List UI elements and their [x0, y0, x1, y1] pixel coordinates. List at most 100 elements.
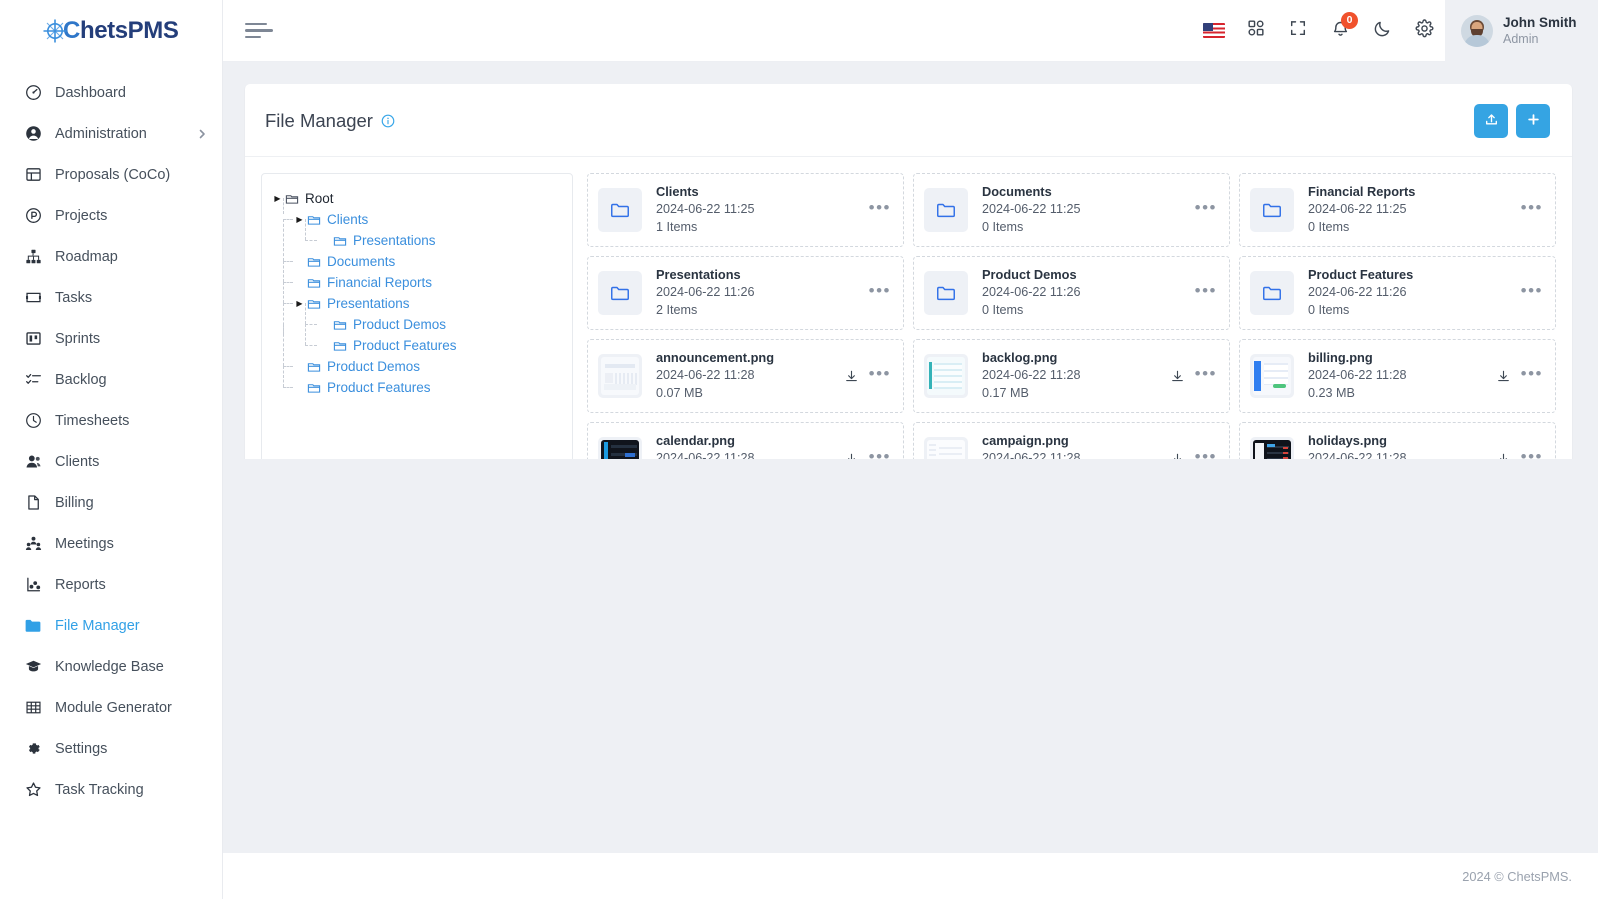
download-icon[interactable]: [1170, 452, 1185, 459]
more-options-icon[interactable]: •••: [869, 199, 891, 222]
sidebar-item-label: Tasks: [55, 289, 93, 306]
brand-logo[interactable]: ChetsPMS: [0, 0, 222, 62]
download-icon[interactable]: [1170, 369, 1185, 384]
sidebar-item-timesheets[interactable]: Timesheets: [0, 400, 222, 441]
file-actions: •••: [1195, 282, 1217, 305]
file-card[interactable]: Product Features 2024-06-22 11:26 0 Item…: [1239, 256, 1556, 330]
more-options-icon[interactable]: •••: [869, 282, 891, 305]
fullscreen-button[interactable]: [1277, 0, 1319, 62]
download-icon[interactable]: [844, 452, 859, 459]
more-options-icon[interactable]: •••: [869, 448, 891, 459]
sidebar-item-tasks[interactable]: Tasks: [0, 277, 222, 318]
sidebar-item-administration[interactable]: Administration: [0, 113, 222, 154]
moon-icon: [1373, 19, 1392, 43]
folder-icon: [22, 616, 44, 636]
sidebar-item-meetings[interactable]: Meetings: [0, 523, 222, 564]
file-date: 2024-06-22 11:28: [982, 451, 1081, 459]
more-options-icon[interactable]: •••: [1521, 282, 1543, 305]
download-icon[interactable]: [1496, 369, 1511, 384]
more-options-icon[interactable]: •••: [1195, 199, 1217, 222]
sprints-icon: [22, 329, 44, 349]
footer: 2024 © ChetsPMS.: [223, 853, 1598, 899]
file-name: calendar.png: [656, 433, 735, 449]
menu-toggle-icon[interactable]: [245, 22, 273, 39]
sidebar-item-knowledge-base[interactable]: Knowledge Base: [0, 646, 222, 687]
caret-right-icon[interactable]: ▶: [294, 299, 305, 308]
sidebar-item-proposals[interactable]: Proposals (CoCo): [0, 154, 222, 195]
file-card[interactable]: Clients 2024-06-22 11:25 1 Items •••: [587, 173, 904, 247]
add-button[interactable]: [1516, 104, 1550, 138]
more-options-icon[interactable]: •••: [1195, 282, 1217, 305]
sidebar-item-reports[interactable]: Reports: [0, 564, 222, 605]
sidebar-item-task-tracking[interactable]: Task Tracking: [0, 769, 222, 810]
file-name: announcement.png: [656, 350, 775, 366]
sidebar-item-sprints[interactable]: Sprints: [0, 318, 222, 359]
tree-node-financial-reports[interactable]: ▶ Financial Reports: [272, 261, 562, 293]
language-selector[interactable]: [1193, 0, 1235, 62]
info-icon[interactable]: [381, 114, 395, 128]
tree-node-product-features-sub[interactable]: ▶ Product Features: [272, 324, 562, 356]
gear-icon: [22, 739, 44, 759]
file-info: announcement.png 2024-06-22 11:28 0.07 M…: [656, 349, 838, 403]
sidebar-item-dashboard[interactable]: Dashboard: [0, 72, 222, 113]
sidebar-item-backlog[interactable]: Backlog: [0, 359, 222, 400]
file-card[interactable]: backlog.png 2024-06-22 11:28 0.17 MB •••: [913, 339, 1230, 413]
folder-icon: [285, 192, 299, 206]
file-manager-body: ▶ Root ▶ Clients Presentations Documents…: [245, 157, 1572, 459]
more-options-icon[interactable]: •••: [869, 365, 891, 388]
sidebar-item-file-manager[interactable]: File Manager: [0, 605, 222, 646]
sidebar-item-billing[interactable]: Billing: [0, 482, 222, 523]
notifications-badge: 0: [1341, 11, 1358, 29]
folder-icon: [333, 318, 347, 332]
caret-right-icon[interactable]: ▶: [294, 215, 305, 224]
sidebar-item-clients[interactable]: Clients: [0, 441, 222, 482]
tree-node-product-features[interactable]: ▶ Product Features: [272, 366, 562, 398]
file-card[interactable]: campaign.png 2024-06-22 11:28 0.13 MB ••…: [913, 422, 1230, 459]
more-options-icon[interactable]: •••: [1521, 199, 1543, 222]
settings-button[interactable]: [1403, 0, 1445, 62]
tree-node-presentations[interactable]: ▶ Presentations: [272, 282, 562, 314]
caret-right-icon[interactable]: ▶: [272, 194, 283, 203]
file-card[interactable]: Financial Reports 2024-06-22 11:25 0 Ite…: [1239, 173, 1556, 247]
tree-node-label: Product Demos: [353, 317, 447, 332]
theme-toggle-button[interactable]: [1361, 0, 1403, 62]
file-thumbnail: [924, 354, 968, 398]
file-info: Financial Reports 2024-06-22 11:25 0 Ite…: [1308, 183, 1515, 237]
more-options-icon[interactable]: •••: [1521, 448, 1543, 459]
file-date: 2024-06-22 11:25: [982, 202, 1081, 217]
file-card[interactable]: Presentations 2024-06-22 11:26 2 Items •…: [587, 256, 904, 330]
tree-node-product-demos[interactable]: ▶ Product Demos: [272, 324, 562, 377]
file-info: Product Features 2024-06-22 11:26 0 Item…: [1308, 266, 1515, 320]
apps-grid-button[interactable]: [1235, 0, 1277, 62]
sidebar-item-roadmap[interactable]: Roadmap: [0, 236, 222, 277]
more-options-icon[interactable]: •••: [1195, 448, 1217, 459]
upload-button[interactable]: [1474, 104, 1508, 138]
dashboard-icon: [22, 83, 44, 103]
file-info: Clients 2024-06-22 11:25 1 Items: [656, 183, 863, 237]
more-options-icon[interactable]: •••: [1195, 365, 1217, 388]
tree-node-product-demos-sub[interactable]: ▶ Product Demos: [272, 303, 562, 335]
download-icon[interactable]: [844, 369, 859, 384]
file-card[interactable]: Documents 2024-06-22 11:25 0 Items •••: [913, 173, 1230, 247]
sidebar-item-label: Roadmap: [55, 248, 118, 265]
user-menu[interactable]: John Smith Admin: [1445, 0, 1598, 62]
sidebar-item-settings[interactable]: Settings: [0, 728, 222, 769]
tree-node-presentations-sub[interactable]: ▶ Presentations: [272, 219, 562, 251]
file-card[interactable]: announcement.png 2024-06-22 11:28 0.07 M…: [587, 339, 904, 413]
file-card[interactable]: calendar.png 2024-06-22 11:28 0.24 MB ••…: [587, 422, 904, 459]
more-options-icon[interactable]: •••: [1521, 365, 1543, 388]
file-size: 0.23 MB: [1308, 386, 1355, 401]
notifications-button[interactable]: 0: [1319, 0, 1361, 62]
file-card[interactable]: holidays.png 2024-06-22 11:28 0.17 MB ••…: [1239, 422, 1556, 459]
sidebar-item-projects[interactable]: Projects: [0, 195, 222, 236]
file-card[interactable]: Product Demos 2024-06-22 11:26 0 Items •…: [913, 256, 1230, 330]
tree-node-clients[interactable]: ▶ Clients: [272, 198, 562, 230]
tree-node-documents[interactable]: ▶ Documents: [272, 219, 562, 272]
file-card[interactable]: billing.png 2024-06-22 11:28 0.23 MB •••: [1239, 339, 1556, 413]
download-icon[interactable]: [1496, 452, 1511, 459]
file-size: 0 Items: [982, 303, 1024, 318]
folder-thumbnail: [1250, 188, 1294, 232]
tree-node-root[interactable]: ▶ Root: [272, 188, 562, 209]
sidebar-item-module-generator[interactable]: Module Generator: [0, 687, 222, 728]
file-date: 2024-06-22 11:25: [1308, 202, 1407, 217]
